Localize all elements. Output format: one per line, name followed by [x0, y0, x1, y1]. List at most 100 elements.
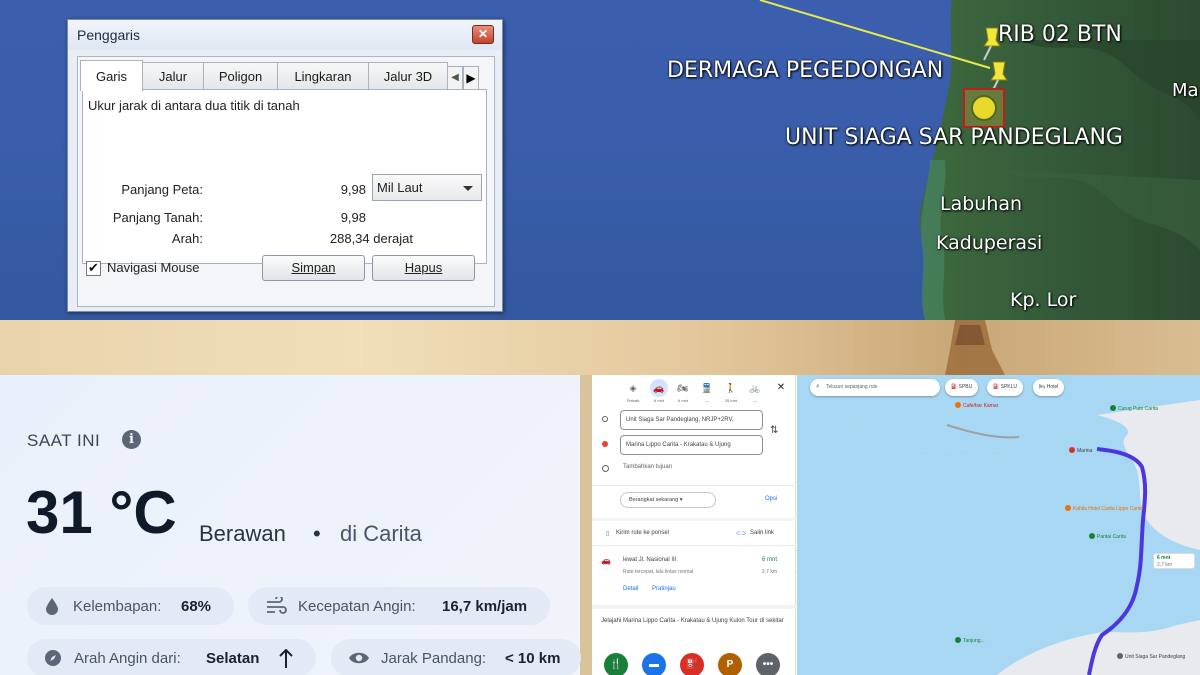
route-search-input[interactable]: Telusuri sepanjang rute: [810, 379, 940, 396]
weather-card: SAAT INI i 31 °C Berawan • di Carita Kel…: [0, 375, 581, 675]
chip-spbu[interactable]: ⛽ SPBU: [945, 379, 979, 396]
route-badge[interactable]: 6 mnt 2,7 km: [1153, 553, 1195, 569]
tab-lingkaran[interactable]: Lingkaran: [277, 62, 369, 90]
depart-now-button[interactable]: Berangkat sekarang ▾: [620, 492, 716, 508]
humidity-chip: Kelembapan: 68%: [27, 587, 234, 625]
directions-panel: ◈ Terbaik 🚗 6 mnt 🏍 6 mnt 🚆 — 🚶 35 mnt 🚲…: [592, 375, 796, 675]
label-dermaga: DERMAGA PEGEDONGAN: [667, 58, 944, 83]
mode-best-sub: Terbaik: [626, 398, 640, 403]
destination-input[interactable]: Marina Lippo Carita - Krakatau & Ujung: [620, 435, 763, 455]
chip-spklu[interactable]: ⛽ SPKLU: [987, 379, 1024, 396]
eye-icon: [349, 652, 369, 664]
poi-unit-siaga[interactable]: Unit Siaga Sar Pandeglang: [1117, 653, 1187, 660]
add-destination[interactable]: Tambahkan tujuan: [623, 464, 672, 470]
route-time: 6 mnt: [762, 557, 778, 563]
wind-speed-value: 16,7 km/jam: [442, 598, 528, 615]
label-ma: Ma: [1172, 80, 1199, 101]
mode-walk-sub: 35 mnt: [724, 398, 738, 403]
tab-panel-garis: Ukur jarak di antara dua titik di tanah …: [82, 89, 487, 264]
unit-selected: Mil Laut: [377, 180, 423, 195]
explore-text: Jelajahi Marina Lippo Carita - Krakatau …: [601, 618, 784, 624]
heading-label: Arah:: [171, 231, 203, 246]
ground-length-label: Panjang Tanah:: [112, 210, 203, 225]
visibility-label: Jarak Pandang:: [381, 650, 487, 667]
wind-speed-label: Kecepatan Angin:: [298, 598, 416, 615]
visibility-value: < 10 km: [505, 650, 561, 667]
decor-statue: [945, 320, 1005, 375]
mode-motorcycle-icon[interactable]: 🏍: [674, 379, 692, 397]
info-icon[interactable]: i: [122, 430, 141, 449]
mode-motorcycle-sub: 6 mnt: [677, 398, 688, 403]
route-badge-dist: 2,7 km: [1157, 562, 1173, 568]
poi-hotel-carita[interactable]: Kahila Hotel Carita Lippo Carita: [1065, 505, 1145, 512]
map-canvas: [797, 375, 1200, 675]
sar-emblem-icon: [971, 95, 997, 121]
swap-icon[interactable]: ⇅: [770, 425, 778, 436]
poi-tanjung[interactable]: Tanjung...: [955, 637, 985, 644]
mode-bike-icon[interactable]: 🚲: [746, 379, 764, 397]
visibility-chip: Jarak Pandang: < 10 km: [331, 639, 581, 675]
route-preview-link[interactable]: Pratinjau: [652, 586, 676, 592]
label-labuhan: Labuhan: [940, 193, 1023, 215]
restaurant-icon[interactable]: 🍴: [604, 653, 628, 675]
close-icon[interactable]: ✕: [772, 379, 790, 397]
route-name[interactable]: lewat Jl. Nasional III: [623, 557, 676, 563]
mouse-nav-checkbox[interactable]: ✔: [86, 261, 101, 276]
label-kaduperasi: Kaduperasi: [936, 232, 1043, 254]
mouse-nav-label: Navigasi Mouse: [107, 260, 200, 275]
ruler-dialog: Penggaris ✕ Garis Jalur Poligon Lingkara…: [67, 19, 503, 312]
origin-input[interactable]: Unit Siaga Sar Pandeglang, NRJP+2RV,: [620, 410, 763, 430]
tab-jalur[interactable]: Jalur: [142, 62, 204, 90]
chevron-down-icon: [463, 186, 473, 191]
save-button[interactable]: Simpan: [262, 255, 365, 281]
route-map[interactable]: Telusuri sepanjang rute ⌕ ⛽ SPBU ⛽ SPKLU…: [797, 375, 1200, 675]
divider: [592, 485, 796, 486]
wind-direction-value: Selatan: [206, 650, 260, 667]
close-icon[interactable]: ✕: [472, 25, 494, 44]
chip-hotel[interactable]: 🛏 Hotel: [1033, 379, 1065, 396]
copy-link[interactable]: Salin link: [750, 530, 774, 536]
mode-car-icon[interactable]: 🚗: [650, 379, 668, 397]
parking-icon[interactable]: P: [718, 653, 742, 675]
mode-bike-sub: —: [753, 398, 757, 403]
tab-poligon[interactable]: Poligon: [203, 62, 278, 90]
ground-length-value: 9,98: [340, 210, 366, 225]
route-detail-link[interactable]: Detail: [623, 586, 638, 592]
hotel-icon[interactable]: ▬: [642, 653, 666, 675]
mode-best-icon[interactable]: ◈: [624, 379, 642, 397]
fuel-icon[interactable]: ⛽: [680, 653, 704, 675]
send-to-phone-icon: ▯: [606, 531, 610, 537]
poi-curug[interactable]: Curug Putri Carita: [1110, 405, 1158, 412]
tab-description: Ukur jarak di antara dua titik di tanah: [88, 98, 300, 113]
options-link[interactable]: Opsi: [765, 496, 777, 502]
now-label: SAAT INI: [27, 431, 101, 450]
mode-car-sub: 6 mnt: [653, 398, 664, 403]
wind-icon: [267, 597, 287, 614]
poi-marina[interactable]: Marina: [1069, 447, 1092, 454]
poi-cafe[interactable]: Cafe/bar Kamar: [955, 402, 998, 409]
unit-dropdown[interactable]: Mil Laut: [372, 174, 482, 201]
wind-direction-label: Arah Angin dari:: [74, 650, 181, 667]
location: di Carita: [340, 521, 422, 546]
send-to-phone-link[interactable]: Kirim rute ke ponsel: [616, 530, 669, 536]
label-unit: UNIT SIAGA SAR PANDEGLANG: [785, 125, 1123, 150]
more-icon[interactable]: •••: [756, 653, 780, 675]
tab-next-icon[interactable]: ▶: [463, 66, 479, 90]
divider: [592, 605, 796, 609]
unit-logo-marker[interactable]: [963, 88, 1005, 128]
car-icon: 🚗: [601, 556, 611, 565]
condition: Berawan: [199, 521, 286, 546]
mode-transit-icon[interactable]: 🚆: [698, 379, 716, 397]
tab-garis[interactable]: Garis: [80, 60, 143, 91]
label-rib: RIB 02 BTN: [998, 22, 1122, 47]
map-length-value: 9,98: [340, 182, 366, 197]
poi-pantai[interactable]: Pantai Carita: [1089, 533, 1126, 540]
delete-button[interactable]: Hapus: [372, 255, 475, 281]
tab-jalur-3d[interactable]: Jalur 3D: [368, 62, 448, 90]
satellite-map[interactable]: RIB 02 BTN DERMAGA PEGEDONGAN Ma UNIT SI…: [0, 0, 1200, 320]
humidity-label: Kelembapan:: [73, 598, 162, 615]
mode-walk-icon[interactable]: 🚶: [722, 379, 740, 397]
temperature: 31 °C: [26, 479, 177, 546]
tab-bar: Garis Jalur Poligon Lingkaran Jalur 3D ◀…: [80, 60, 479, 91]
tab-prev-icon[interactable]: ◀: [447, 66, 463, 90]
